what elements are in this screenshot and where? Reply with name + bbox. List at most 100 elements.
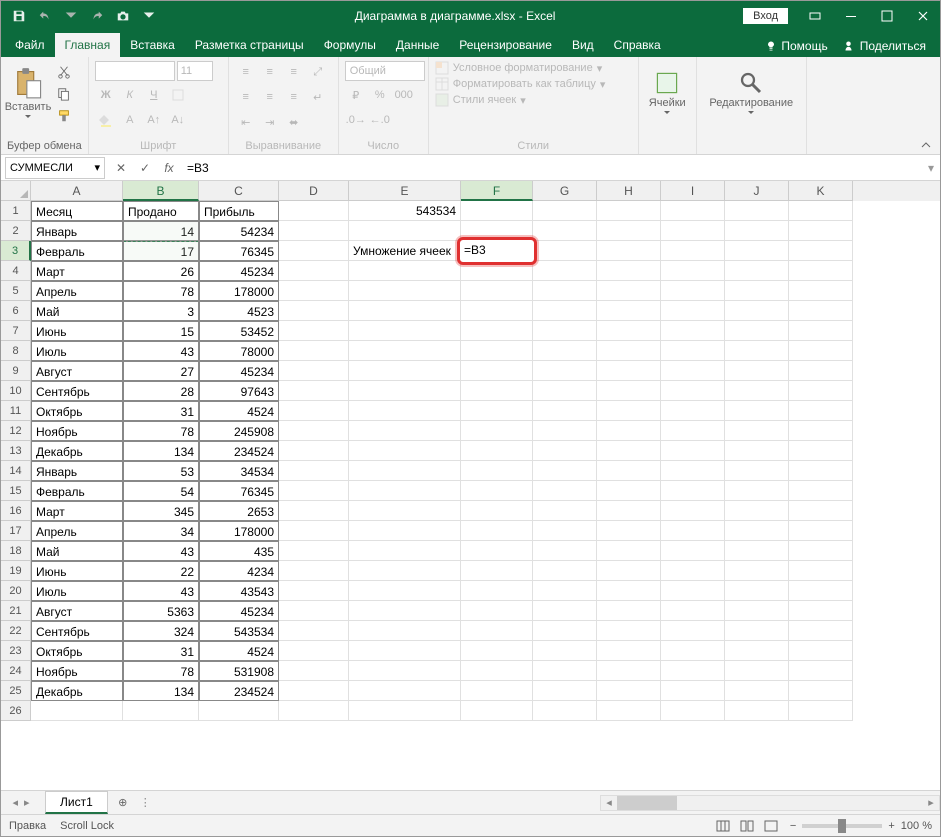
view-page-break-icon[interactable] xyxy=(760,817,782,835)
cell[interactable] xyxy=(533,301,597,321)
cell[interactable] xyxy=(789,561,853,581)
cell[interactable]: Январь xyxy=(31,221,123,241)
cell[interactable] xyxy=(279,241,349,261)
row-header[interactable]: 4 xyxy=(1,261,31,281)
cell[interactable]: 43 xyxy=(123,541,199,561)
cell[interactable]: Май xyxy=(31,541,123,561)
cell[interactable]: Март xyxy=(31,261,123,281)
save-icon[interactable] xyxy=(7,4,31,28)
cell[interactable]: Апрель xyxy=(31,521,123,541)
cell[interactable]: 324 xyxy=(123,621,199,641)
cell[interactable] xyxy=(789,461,853,481)
row-header[interactable]: 12 xyxy=(1,421,31,441)
cell[interactable] xyxy=(533,401,597,421)
cell[interactable] xyxy=(533,341,597,361)
cell[interactable] xyxy=(533,441,597,461)
cell[interactable] xyxy=(279,361,349,381)
column-header[interactable]: E xyxy=(349,181,461,201)
cell[interactable]: 2653 xyxy=(199,501,279,521)
cell[interactable] xyxy=(349,281,461,301)
row-header[interactable]: 10 xyxy=(1,381,31,401)
minimize-icon[interactable] xyxy=(834,4,868,28)
cell[interactable] xyxy=(461,461,533,481)
cell[interactable]: 531908 xyxy=(199,661,279,681)
sheet-splitter[interactable]: ⋮ xyxy=(134,796,157,809)
cell[interactable] xyxy=(349,621,461,641)
cell[interactable] xyxy=(533,581,597,601)
cell[interactable] xyxy=(349,661,461,681)
cell[interactable] xyxy=(789,221,853,241)
cell[interactable] xyxy=(461,201,533,221)
cell[interactable] xyxy=(461,481,533,501)
cell[interactable] xyxy=(533,261,597,281)
sheet-tab[interactable]: Лист1 xyxy=(45,791,108,814)
cell[interactable] xyxy=(789,541,853,561)
cell[interactable] xyxy=(725,621,789,641)
cell[interactable] xyxy=(597,441,661,461)
cell[interactable] xyxy=(279,301,349,321)
cell[interactable] xyxy=(349,261,461,281)
tab-данные[interactable]: Данные xyxy=(386,33,449,57)
row-header[interactable]: 6 xyxy=(1,301,31,321)
cell[interactable] xyxy=(349,581,461,601)
cell[interactable] xyxy=(789,341,853,361)
cell[interactable] xyxy=(725,541,789,561)
format-as-table-button[interactable]: Форматировать как таблицу▾ xyxy=(435,77,606,91)
fill-color-icon[interactable] xyxy=(95,110,117,130)
cell[interactable]: 97643 xyxy=(199,381,279,401)
camera-icon[interactable] xyxy=(111,4,135,28)
cell[interactable] xyxy=(279,541,349,561)
tab-файл[interactable]: Файл xyxy=(5,33,55,57)
cell[interactable] xyxy=(279,321,349,341)
column-headers[interactable]: ABCDEFGHIJK xyxy=(31,181,940,201)
cell[interactable] xyxy=(789,381,853,401)
cell[interactable] xyxy=(597,261,661,281)
cell[interactable] xyxy=(597,401,661,421)
row-header[interactable]: 23 xyxy=(1,641,31,661)
cell[interactable] xyxy=(725,321,789,341)
column-header[interactable]: C xyxy=(199,181,279,201)
cell[interactable] xyxy=(661,541,725,561)
cell[interactable]: Декабрь xyxy=(31,681,123,701)
cell[interactable]: 4523 xyxy=(199,301,279,321)
cell[interactable] xyxy=(597,681,661,701)
sheet-nav[interactable]: ◂▸ xyxy=(1,796,41,809)
cell[interactable] xyxy=(661,341,725,361)
cell[interactable]: 178000 xyxy=(199,281,279,301)
cell[interactable] xyxy=(279,281,349,301)
percent-icon[interactable]: % xyxy=(369,85,391,105)
zoom-level[interactable]: 100 % xyxy=(901,820,932,832)
column-header[interactable]: I xyxy=(661,181,725,201)
cell[interactable]: Умножение ячеек xyxy=(349,241,461,261)
cell[interactable] xyxy=(349,401,461,421)
cell[interactable] xyxy=(597,361,661,381)
cells-button[interactable]: Ячейки xyxy=(646,61,688,125)
cell[interactable] xyxy=(461,701,533,721)
name-box[interactable]: ▾ xyxy=(5,157,105,179)
cell[interactable] xyxy=(789,301,853,321)
cell[interactable]: 34534 xyxy=(199,461,279,481)
tell-me[interactable]: Помощь xyxy=(759,35,833,57)
cell[interactable] xyxy=(533,481,597,501)
cell[interactable] xyxy=(725,401,789,421)
row-header[interactable]: 9 xyxy=(1,361,31,381)
cell[interactable]: Июнь xyxy=(31,321,123,341)
cell[interactable]: 4234 xyxy=(199,561,279,581)
cell[interactable] xyxy=(661,461,725,481)
row-headers[interactable]: 1234567891011121314151617181920212223242… xyxy=(1,201,31,721)
cell[interactable]: 53452 xyxy=(199,321,279,341)
cell[interactable]: 43 xyxy=(123,341,199,361)
row-header[interactable]: 22 xyxy=(1,621,31,641)
row-header[interactable]: 8 xyxy=(1,341,31,361)
share-button[interactable]: Поделиться xyxy=(838,35,932,57)
cell[interactable] xyxy=(533,501,597,521)
expand-formula-bar-icon[interactable]: ▾ xyxy=(922,161,940,175)
add-sheet-icon[interactable]: ⊕ xyxy=(112,792,134,814)
cell[interactable] xyxy=(789,441,853,461)
cell[interactable]: 345 xyxy=(123,501,199,521)
cell[interactable] xyxy=(597,581,661,601)
column-header[interactable]: B xyxy=(123,181,199,201)
row-header[interactable]: 17 xyxy=(1,521,31,541)
cell[interactable] xyxy=(661,441,725,461)
cell[interactable] xyxy=(349,441,461,461)
